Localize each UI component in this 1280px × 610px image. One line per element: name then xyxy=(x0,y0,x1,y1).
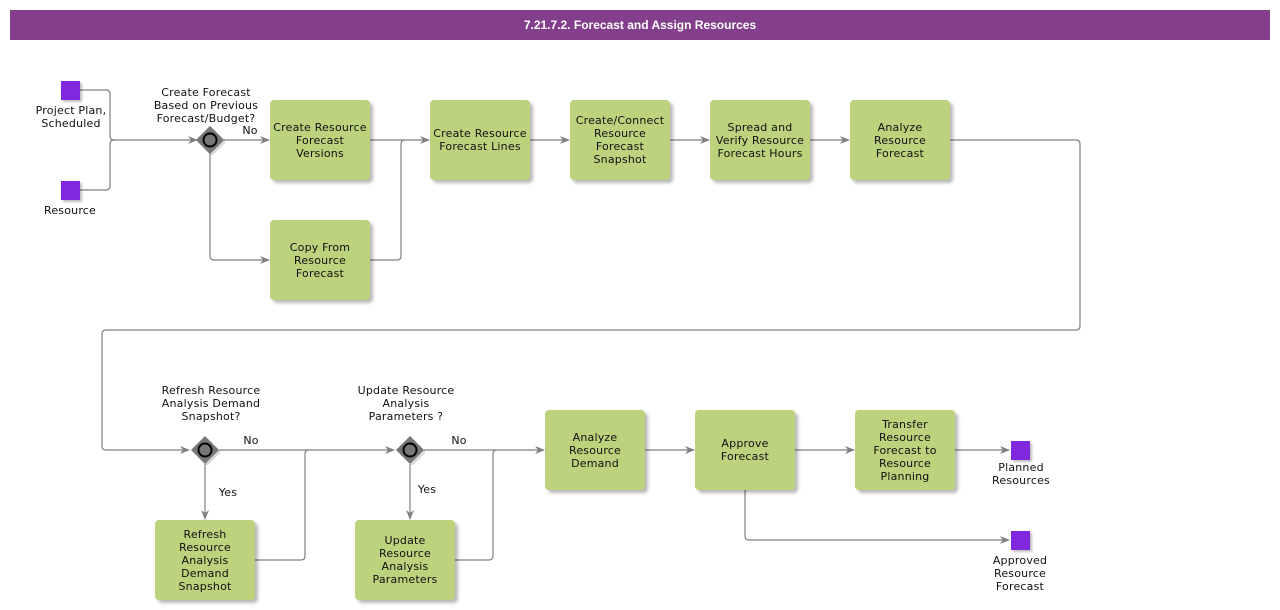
gateway-yes-label-refresh-snapshot: Yes xyxy=(218,486,238,499)
task-update-analysis-parameters[interactable]: Update Resource Analysis Parameters xyxy=(355,520,455,600)
task-label: Transfer Resource Forecast to Resource P… xyxy=(873,417,937,483)
task-label: Refresh Resource Analysis Demand Snapsho… xyxy=(178,527,232,593)
task-analyze-resource-forecast[interactable]: Analyze Resource Forecast xyxy=(850,100,950,180)
task-label: Copy From Resource Forecast xyxy=(289,240,351,280)
data-object-label-planned-resources: Planned Resources xyxy=(992,461,1050,487)
task-create-resource-forecast-versions[interactable]: Create Resource Forecast Versions xyxy=(270,100,370,180)
gateway-refresh-snapshot[interactable] xyxy=(190,435,220,465)
data-object-label-resource: Resource xyxy=(43,204,97,217)
data-object-resource[interactable] xyxy=(61,181,80,200)
task-create-resource-forecast-lines[interactable]: Create Resource Forecast Lines xyxy=(430,100,530,180)
task-label: Update Resource Analysis Parameters xyxy=(372,534,438,586)
connector-copy-lines xyxy=(370,139,406,261)
task-label: Analyze Resource Demand xyxy=(568,430,622,470)
task-spread-verify-forecast-hours[interactable]: Spread and Verify Resource Forecast Hour… xyxy=(710,100,810,180)
data-object-planned-resources[interactable] xyxy=(1011,441,1030,460)
task-label: Create/Connect Resource Forecast Snapsho… xyxy=(575,114,665,166)
data-object-project-plan[interactable] xyxy=(61,81,80,100)
gateway-yes-label-update-params: Yes xyxy=(417,483,437,496)
connector-refresh-gw3 xyxy=(255,449,310,561)
gateway-no-label-update-params: No xyxy=(451,434,467,447)
connector-gw1-yes xyxy=(209,154,270,264)
connector-update-demand xyxy=(455,449,498,561)
task-label: Approve Forecast xyxy=(720,437,770,463)
connector-resource xyxy=(80,139,115,191)
task-label: Create Resource Forecast Versions xyxy=(273,120,367,160)
gateway-no-label-refresh-snapshot: No xyxy=(243,434,259,447)
task-label: Analyze Resource Forecast xyxy=(873,120,927,160)
task-label: Create Resource Forecast Lines xyxy=(433,127,527,153)
gateway-question-refresh-snapshot: Refresh Resource Analysis Demand Snapsho… xyxy=(161,384,261,423)
task-approve-forecast[interactable]: Approve Forecast xyxy=(695,410,795,490)
data-object-label-project-plan: Project Plan, Scheduled xyxy=(35,104,107,130)
task-label: Spread and Verify Resource Forecast Hour… xyxy=(715,120,805,160)
task-transfer-to-resource-planning[interactable]: Transfer Resource Forecast to Resource P… xyxy=(855,410,955,490)
task-copy-from-resource-forecast[interactable]: Copy From Resource Forecast xyxy=(270,220,370,300)
gateway-no-label-create-forecast: No xyxy=(242,124,258,137)
gateway-question-create-forecast: Create Forecast Based on Previous Foreca… xyxy=(153,86,259,125)
data-object-approved-forecast[interactable] xyxy=(1011,531,1030,550)
task-refresh-demand-snapshot[interactable]: Refresh Resource Analysis Demand Snapsho… xyxy=(155,520,255,600)
data-object-label-approved-forecast: Approved Resource Forecast xyxy=(992,554,1048,593)
connector-approve-approved xyxy=(744,490,1010,544)
task-analyze-resource-demand[interactable]: Analyze Resource Demand xyxy=(545,410,645,490)
gateway-update-params[interactable] xyxy=(395,435,425,465)
gateway-create-forecast[interactable] xyxy=(195,125,225,155)
gateway-question-update-params: Update Resource Analysis Parameters ? xyxy=(357,384,455,423)
task-create-connect-forecast-snapshot[interactable]: Create/Connect Resource Forecast Snapsho… xyxy=(570,100,670,180)
